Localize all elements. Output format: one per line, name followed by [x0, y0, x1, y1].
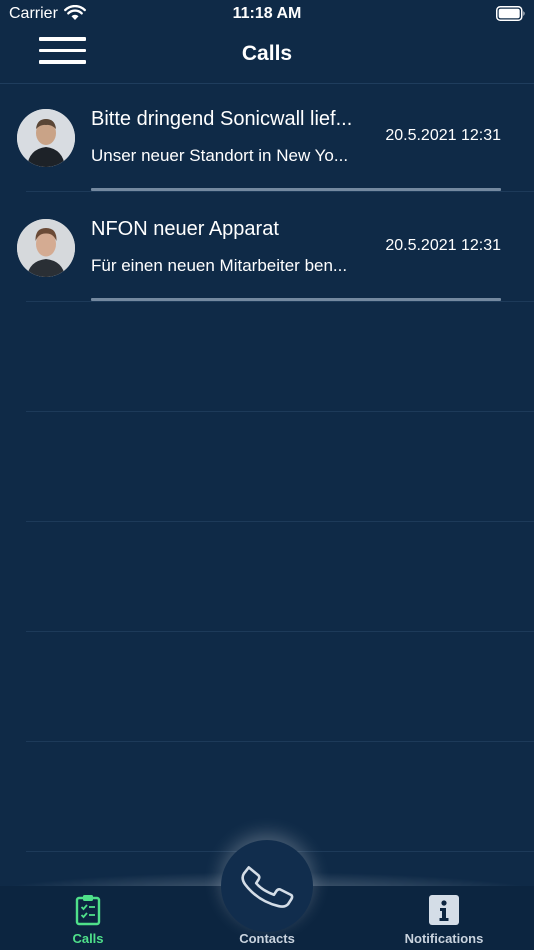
tab-calls-label: Calls [72, 931, 104, 946]
nav-bar: Calls [0, 28, 534, 84]
row-divider [26, 741, 534, 742]
call-date: 20.5.2021 12:31 [385, 237, 501, 254]
list-item[interactable]: NFON neuer Apparat Für einen neuen Mitar… [0, 194, 534, 304]
avatar [17, 109, 75, 167]
call-title: Bitte dringend Sonicwall lief... [91, 108, 353, 130]
call-button[interactable] [221, 840, 313, 932]
call-title: NFON neuer Apparat [91, 218, 279, 240]
row-divider [26, 631, 534, 632]
avatar-person-icon [17, 109, 75, 167]
status-time: 11:18 AM [232, 5, 302, 22]
call-subtitle: Für einen neuen Mitarbeiter ben... [91, 256, 348, 275]
row-divider [26, 301, 534, 302]
info-icon [429, 895, 459, 925]
call-date: 20.5.2021 12:31 [385, 127, 501, 144]
battery-icon [496, 6, 525, 21]
phone-icon [241, 866, 294, 908]
avatar [17, 219, 75, 277]
call-subtitle: Unser neuer Standort in New Yo... [91, 146, 349, 165]
menu-line-icon [39, 37, 86, 41]
row-divider [26, 521, 534, 522]
page-title: Calls [241, 42, 293, 65]
calls-list: Bitte dringend Sonicwall lief... Unser n… [0, 84, 534, 304]
status-bar: Carrier 11:18 AM [0, 0, 534, 28]
row-divider [26, 191, 534, 192]
clipboard-checklist-icon [75, 895, 101, 926]
row-divider [26, 411, 534, 412]
tab-notifications[interactable]: Notifications [394, 886, 494, 950]
list-item[interactable]: Bitte dringend Sonicwall lief... Unser n… [0, 84, 534, 194]
tab-calls[interactable]: Calls [38, 886, 138, 950]
tab-contacts-label: Contacts [239, 931, 295, 946]
tab-notifications-label: Notifications [404, 931, 484, 946]
avatar-person-icon [17, 219, 75, 277]
